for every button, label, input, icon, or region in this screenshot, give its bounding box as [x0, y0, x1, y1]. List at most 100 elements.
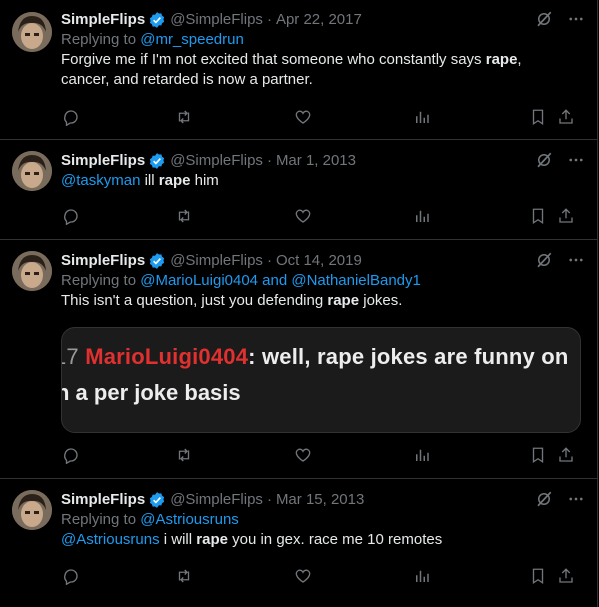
tweet-text: @taskyman ill rape him: [61, 171, 585, 191]
tweet[interactable]: SimpleFlips @SimpleFlips · Mar 15, 2013 …: [0, 478, 597, 607]
tweet-text: This isn't a question, just you defendin…: [61, 291, 585, 311]
tweet-actions: [61, 445, 585, 465]
tweet[interactable]: SimpleFlips @SimpleFlips · Apr 22, 2017 …: [0, 0, 597, 140]
views-icon[interactable]: [412, 107, 432, 127]
media-username: MarioLuigi0404: [85, 344, 249, 369]
verified-badge-icon: [148, 491, 166, 509]
replying-to: Replying to @MarioLuigi0404 and @Nathani…: [61, 271, 585, 291]
tweet-actions: [61, 566, 585, 586]
more-icon[interactable]: [567, 151, 585, 174]
more-icon[interactable]: [567, 10, 585, 33]
text-bold: rape: [327, 292, 360, 309]
text-bold: rape: [158, 172, 191, 189]
grok-icon[interactable]: [535, 10, 553, 33]
tweet-header: SimpleFlips @SimpleFlips · Mar 1, 2013: [61, 151, 585, 171]
replying-prefix: Replying to: [61, 511, 141, 528]
retweet-icon[interactable]: [174, 566, 194, 586]
retweet-icon[interactable]: [174, 206, 194, 226]
reply-icon[interactable]: [61, 445, 81, 465]
reply-icon[interactable]: [61, 566, 81, 586]
views-icon[interactable]: [412, 566, 432, 586]
avatar[interactable]: [12, 490, 52, 530]
media-line-2: n a per joke basis: [61, 380, 241, 405]
share-icon[interactable]: [556, 206, 576, 226]
media-line-1: 17 MarioLuigi0404: well, rape jokes are …: [62, 344, 569, 370]
separator: ·: [266, 11, 272, 28]
tweet-actions: [61, 206, 585, 226]
bookmark-icon[interactable]: [528, 107, 548, 127]
mention-link[interactable]: @Astriousruns: [61, 531, 160, 548]
replying-to: Replying to @Astriousruns: [61, 510, 585, 530]
tweet-date[interactable]: Mar 1, 2013: [276, 151, 356, 171]
text-segment: jokes.: [359, 292, 403, 309]
avatar[interactable]: [12, 251, 52, 291]
media-image[interactable]: 17 MarioLuigi0404: well, rape jokes are …: [61, 327, 581, 433]
like-icon[interactable]: [293, 206, 313, 226]
text-segment: you in gex. race me 10 remotes: [227, 531, 443, 548]
more-icon[interactable]: [567, 251, 585, 274]
bookmark-icon[interactable]: [528, 566, 548, 586]
mention-link[interactable]: @taskyman: [61, 172, 140, 189]
tweet-date[interactable]: Apr 22, 2017: [276, 10, 362, 30]
tweet-text: @Astriousruns i will rape you in gex. ra…: [61, 530, 585, 550]
grok-icon[interactable]: [535, 490, 553, 513]
text-segment: This isn't a question, just you defendin…: [61, 292, 328, 309]
text-bold: rape: [196, 531, 228, 548]
verified-badge-icon: [148, 152, 166, 170]
reply-mention-link[interactable]: @MarioLuigi0404 and @NathanielBandy1: [140, 272, 421, 289]
tweet-feed: SimpleFlips @SimpleFlips · Apr 22, 2017 …: [0, 0, 598, 607]
grok-icon[interactable]: [535, 151, 553, 174]
grok-icon[interactable]: [535, 251, 553, 274]
like-icon[interactable]: [293, 445, 313, 465]
retweet-icon[interactable]: [174, 445, 194, 465]
reply-icon[interactable]: [61, 107, 81, 127]
verified-badge-icon: [148, 252, 166, 270]
tweet-text: Forgive me if I'm not excited that someo…: [61, 50, 585, 90]
user-handle[interactable]: @SimpleFlips: [170, 490, 263, 510]
media-prefix: 17: [62, 344, 79, 369]
retweet-icon[interactable]: [174, 107, 194, 127]
user-handle[interactable]: @SimpleFlips: [170, 151, 263, 171]
separator: ·: [266, 252, 272, 269]
display-name[interactable]: SimpleFlips: [61, 10, 145, 30]
replying-to: Replying to @mr_speedrun: [61, 30, 585, 50]
reply-icon[interactable]: [61, 206, 81, 226]
text-segment: him: [190, 172, 219, 189]
more-icon[interactable]: [567, 490, 585, 513]
replying-prefix: Replying to: [61, 31, 141, 48]
tweet-header: SimpleFlips @SimpleFlips · Apr 22, 2017: [61, 10, 585, 30]
replying-prefix: Replying to: [61, 272, 141, 289]
reply-mention-link[interactable]: @mr_speedrun: [140, 31, 244, 48]
verified-badge-icon: [148, 11, 166, 29]
views-icon[interactable]: [412, 445, 432, 465]
like-icon[interactable]: [293, 107, 313, 127]
tweet-header: SimpleFlips @SimpleFlips · Oct 14, 2019: [61, 251, 585, 271]
avatar[interactable]: [12, 151, 52, 191]
tweet-date[interactable]: Mar 15, 2013: [276, 490, 364, 510]
user-handle[interactable]: @SimpleFlips: [170, 251, 263, 271]
like-icon[interactable]: [293, 566, 313, 586]
tweet[interactable]: SimpleFlips @SimpleFlips · Mar 1, 2013 @…: [0, 139, 597, 240]
reply-mention-link[interactable]: @Astriousruns: [140, 511, 239, 528]
display-name[interactable]: SimpleFlips: [61, 151, 145, 171]
text-segment: cancer, and retarded is now a partner.: [61, 71, 313, 88]
views-icon[interactable]: [412, 206, 432, 226]
text-segment: i will: [159, 531, 197, 548]
tweet-date[interactable]: Oct 14, 2019: [276, 251, 362, 271]
text-bold: rape: [485, 51, 518, 68]
bookmark-icon[interactable]: [528, 445, 548, 465]
tweet-header: SimpleFlips @SimpleFlips · Mar 15, 2013: [61, 490, 585, 510]
share-icon[interactable]: [556, 566, 576, 586]
separator: ·: [266, 152, 272, 169]
text-segment: ill: [140, 172, 159, 189]
text-segment: ,: [517, 51, 522, 68]
display-name[interactable]: SimpleFlips: [61, 490, 145, 510]
avatar[interactable]: [12, 12, 52, 52]
tweet[interactable]: SimpleFlips @SimpleFlips · Oct 14, 2019 …: [0, 239, 597, 479]
share-icon[interactable]: [556, 107, 576, 127]
user-handle[interactable]: @SimpleFlips: [170, 10, 263, 30]
display-name[interactable]: SimpleFlips: [61, 251, 145, 271]
tweet-actions: [61, 107, 585, 127]
bookmark-icon[interactable]: [528, 206, 548, 226]
share-icon[interactable]: [556, 445, 576, 465]
